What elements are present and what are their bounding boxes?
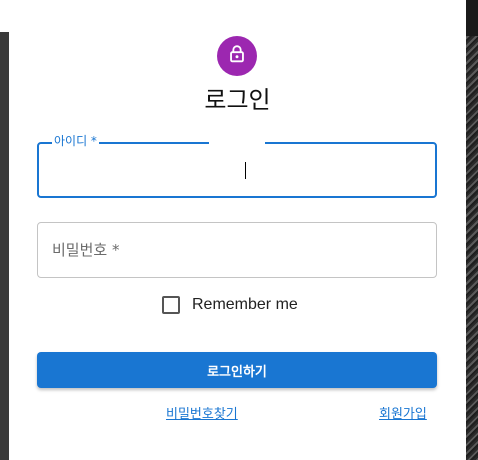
- remember-me[interactable]: Remember me: [162, 296, 298, 314]
- find-password-link[interactable]: 비밀번호찾기: [166, 406, 238, 424]
- id-input[interactable]: [39, 144, 435, 196]
- label-notch: [209, 136, 265, 148]
- backdrop-left: [0, 0, 9, 460]
- remember-label: Remember me: [192, 296, 298, 313]
- login-card: 로그인 아이디 * 비밀번호 * Remember me 로그인하기 비밀번호찾…: [9, 0, 466, 460]
- remember-checkbox[interactable]: [162, 296, 180, 314]
- page-title: 로그인: [204, 86, 271, 114]
- text-caret: [245, 162, 246, 179]
- login-button[interactable]: 로그인하기: [37, 352, 437, 388]
- id-field-label: 아이디 *: [52, 134, 99, 148]
- avatar: [217, 36, 257, 76]
- signup-link[interactable]: 회원가입: [379, 406, 427, 424]
- backdrop-right: [466, 0, 478, 460]
- password-field-label: 비밀번호 *: [52, 241, 120, 259]
- id-field[interactable]: [37, 142, 437, 198]
- lock-icon: [226, 43, 248, 69]
